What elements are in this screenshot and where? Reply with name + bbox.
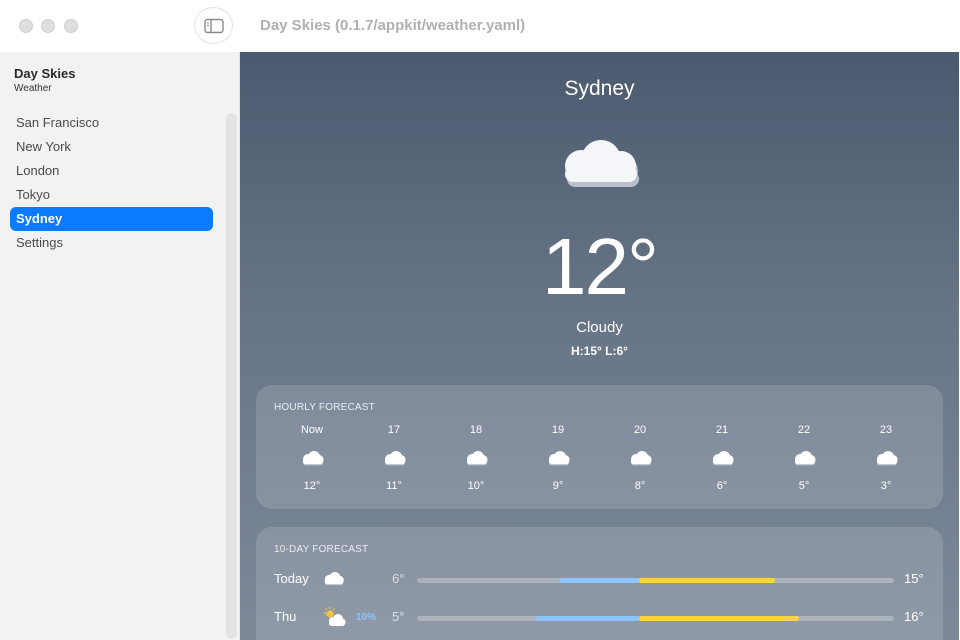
range-fill-warm: [638, 578, 775, 583]
hour-temperature: 6°: [716, 480, 728, 492]
precipitation-chance: 10%: [356, 612, 377, 623]
city-name: Sydney: [564, 77, 635, 100]
weather-main: Sydney 12° Cloudy H:15° L:6° HOURLY FORE…: [240, 52, 959, 640]
hour-label: 19: [551, 424, 565, 436]
hour-temperature: 8°: [634, 480, 646, 492]
daily-row: Thu 10% 5° 16°: [256, 605, 943, 629]
hourly-forecast-card: HOURLY FORECAST Now 12° 17 11° 18 10° 19 9° 20 8°…: [256, 385, 943, 509]
cloud-icon: [713, 451, 734, 466]
hour-label: 20: [633, 424, 647, 436]
hour-temperature: 3°: [880, 480, 892, 492]
day-low-temp: 5°: [392, 609, 405, 624]
day-name: Thu: [274, 609, 297, 624]
range-fill-cool: [560, 578, 639, 583]
sidebar-item-settings[interactable]: Settings: [10, 231, 213, 255]
sidebar: Day Skies Weather San Francisco New York…: [0, 52, 240, 640]
app-name: Day Skies: [14, 66, 76, 81]
cloud-icon: [303, 451, 324, 466]
sidebar-item-london[interactable]: London: [10, 159, 213, 183]
cloud-icon: [549, 451, 570, 466]
app-subtitle: Weather: [14, 83, 52, 94]
range-fill-cool: [536, 616, 639, 621]
current-temperature: 12°: [542, 222, 659, 311]
cloud-icon: [565, 140, 639, 187]
close-window-button[interactable]: [19, 19, 33, 33]
minimize-window-button[interactable]: [41, 19, 55, 33]
hour-temperature: 11°: [386, 480, 402, 492]
high-low: H:15° L:6°: [571, 344, 628, 358]
temperature-range-bar: [417, 578, 894, 583]
daily-row: Today 6° 15°: [256, 567, 943, 591]
hour-label: Now: [300, 424, 323, 436]
sidebar-item-sydney[interactable]: Sydney: [10, 207, 213, 231]
daily-forecast-title: 10-DAY FORECAST: [274, 544, 369, 555]
title-bar: Day Skies (0.1.7/appkit/weather.yaml): [0, 0, 960, 52]
hour-label: 22: [797, 424, 811, 436]
sidebar-item-tokyo[interactable]: Tokyo: [10, 183, 213, 207]
sidebar-scrollbar[interactable]: [226, 113, 237, 639]
window-title: Day Skies (0.1.7/appkit/weather.yaml): [260, 17, 526, 34]
temperature-range-bar: [417, 616, 894, 621]
daily-forecast-card: 10-DAY FORECAST Today 6° 15° Thu 10% 5° 16°: [256, 527, 943, 640]
sidebar-toggle-button[interactable]: [194, 7, 233, 44]
hour-temperature: 9°: [552, 480, 564, 492]
day-name: Today: [274, 571, 309, 586]
hour-temperature: 10°: [467, 480, 485, 492]
current-condition: Cloudy: [576, 319, 623, 336]
sidebar-icon: [203, 18, 224, 33]
day-high-temp: 16°: [904, 609, 924, 624]
hour-temperature: 5°: [798, 480, 810, 492]
cloud-icon: [877, 451, 898, 466]
hour-label: 21: [715, 424, 729, 436]
day-high-temp: 15°: [904, 571, 924, 586]
cloud-icon: [631, 451, 652, 466]
cloud-icon: [467, 451, 488, 466]
partly-sunny-icon: [324, 607, 346, 626]
sidebar-item-san-francisco[interactable]: San Francisco: [10, 111, 213, 135]
range-fill-warm: [638, 616, 799, 621]
cloud-icon: [324, 572, 344, 586]
sidebar-nav: San Francisco New York London Tokyo Sydn…: [10, 111, 213, 255]
hour-label: 18: [469, 424, 483, 436]
cloud-icon: [795, 451, 816, 466]
sidebar-item-new-york[interactable]: New York: [10, 135, 213, 159]
hour-label: 23: [879, 424, 893, 436]
hour-temperature: 12°: [303, 480, 321, 492]
cloud-icon: [385, 451, 406, 466]
day-low-temp: 6°: [392, 571, 405, 586]
hourly-forecast-title: HOURLY FORECAST: [274, 402, 375, 413]
hour-label: 17: [387, 424, 401, 436]
zoom-window-button[interactable]: [64, 19, 78, 33]
